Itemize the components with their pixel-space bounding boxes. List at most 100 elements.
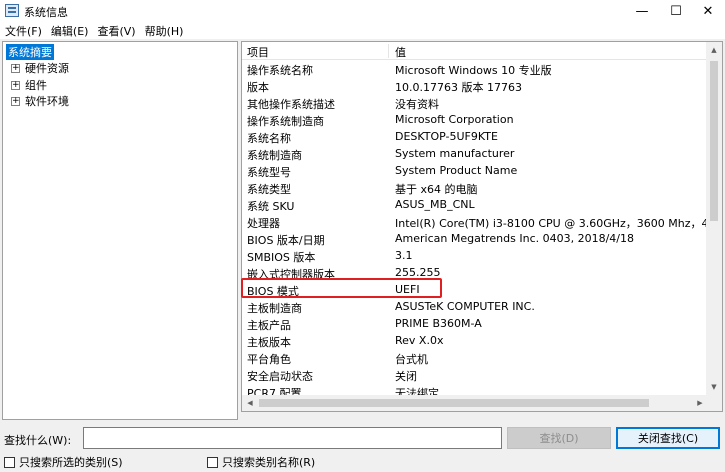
row-value: 关闭 (395, 370, 417, 383)
table-row[interactable]: 系统型号 System Product Name (242, 162, 708, 179)
row-value: 255.255 (395, 266, 441, 279)
row-value: 没有资料 (395, 98, 439, 111)
row-item: 嵌入式控制器版本 (247, 268, 335, 281)
tree-item-label: 硬件资源 (25, 62, 69, 75)
menu-file[interactable]: 文件(F) (3, 23, 47, 39)
table-row[interactable]: 平台角色 台式机 (242, 349, 708, 366)
close-find-button[interactable]: 关闭查找(C) (616, 427, 720, 449)
tree-item-system-summary[interactable]: 系统摘要 (6, 44, 54, 60)
table-row[interactable]: 主板版本 Rev X.0x (242, 332, 708, 349)
row-value: ASUSTeK COMPUTER INC. (395, 300, 535, 313)
row-item: 系统 SKU (247, 200, 295, 213)
expand-icon[interactable]: + (11, 63, 20, 73)
title-bar: 系统信息 — ☐ ✕ (0, 0, 725, 22)
find-button[interactable]: 查找(D) (507, 427, 611, 449)
table-row[interactable]: 主板制造商 ASUSTeK COMPUTER INC. (242, 298, 708, 315)
row-item: 系统名称 (247, 132, 291, 145)
only-names-label: 只搜索类别名称(R) (222, 456, 316, 469)
table-row[interactable]: 嵌入式控制器版本 255.255 (242, 264, 708, 281)
row-item: 操作系统制造商 (247, 115, 324, 128)
grid-rows: 操作系统名称 Microsoft Windows 10 专业版版本 10.0.177… (242, 60, 722, 411)
horizontal-scrollbar[interactable]: ◀ ▶ (242, 395, 708, 411)
menu-view[interactable]: 查看(V) (95, 23, 140, 39)
tree-item-label: 软件环境 (25, 95, 69, 108)
expand-icon[interactable]: + (11, 96, 20, 106)
search-input[interactable] (83, 427, 502, 449)
table-row[interactable]: BIOS 版本/日期 American Megatrends Inc. 0403,… (242, 230, 708, 247)
row-item: 操作系统名称 (247, 64, 313, 77)
row-item: BIOS 版本/日期 (247, 234, 325, 247)
only-selected-category-option[interactable]: 只搜索所选的类别(S) (4, 454, 123, 470)
row-value: System Product Name (395, 164, 518, 177)
table-row[interactable]: 系统名称 DESKTOP-5UF9KTE (242, 128, 708, 145)
row-item: 版本 (247, 81, 269, 94)
row-item: 其他操作系统描述 (247, 98, 335, 111)
expand-icon[interactable]: + (11, 80, 20, 90)
category-tree[interactable]: 系统摘要 + 硬件资源 + 组件 + 软件环境 (2, 41, 238, 420)
search-label: 查找什么(W): (4, 434, 72, 447)
table-row[interactable]: 主板产品 PRIME B360M-A (242, 315, 708, 332)
column-header-item[interactable]: 项目 (247, 44, 269, 60)
menu-help[interactable]: 帮助(H) (143, 23, 189, 39)
scroll-up-icon[interactable]: ▲ (706, 42, 722, 58)
menu-bar: 文件(F) 编辑(E) 查看(V) 帮助(H) (0, 22, 725, 39)
system-info-icon (5, 4, 19, 17)
table-row[interactable]: 操作系统名称 Microsoft Windows 10 专业版 (242, 60, 708, 77)
row-item: 系统制造商 (247, 149, 302, 162)
tree-item-components[interactable]: + 组件 (5, 77, 47, 93)
row-item: 系统类型 (247, 183, 291, 196)
row-value: DESKTOP-5UF9KTE (395, 130, 498, 143)
tree-item-software[interactable]: + 软件环境 (5, 93, 69, 109)
table-row[interactable]: 处理器 Intel(R) Core(TM) i3-8100 CPU @ 3.60G… (242, 213, 722, 230)
grid-header: 项目 值 (242, 42, 708, 60)
row-value: American Megatrends Inc. 0403, 2018/4/18 (395, 232, 635, 245)
row-value: PRIME B360M-A (395, 317, 482, 330)
row-value: 台式机 (395, 353, 428, 366)
window-title: 系统信息 (24, 6, 68, 19)
row-item: 主板产品 (247, 319, 291, 332)
table-row[interactable]: SMBIOS 版本 3.1 (242, 247, 708, 264)
tree-item-hardware[interactable]: + 硬件资源 (5, 60, 69, 76)
scroll-left-icon[interactable]: ◀ (242, 395, 258, 411)
info-grid[interactable]: 项目 值 操作系统名称 Microsoft Windows 10 专业版版本 10.… (241, 41, 723, 412)
scroll-down-icon[interactable]: ▼ (706, 379, 722, 395)
row-item: BIOS 模式 (247, 285, 299, 298)
row-item: 主板版本 (247, 336, 291, 349)
scrollbar-corner (706, 395, 722, 411)
table-row[interactable]: 系统 SKU ASUS_MB_CNL (242, 196, 708, 213)
scroll-thumb[interactable] (710, 61, 718, 221)
table-row[interactable]: 版本 10.0.17763 版本 17763 (242, 77, 708, 94)
table-row[interactable]: 操作系统制造商 Microsoft Corporation (242, 111, 708, 128)
row-item: 处理器 (247, 217, 280, 230)
row-item: SMBIOS 版本 (247, 251, 316, 264)
row-value: Intel(R) Core(TM) i3-8100 CPU @ 3.60GHz，… (395, 217, 722, 230)
row-item: 系统型号 (247, 166, 291, 179)
row-value: ASUS_MB_CNL (395, 198, 475, 211)
scroll-thumb[interactable] (259, 399, 649, 407)
row-value: Microsoft Corporation (395, 113, 514, 126)
tree-item-label: 系统摘要 (6, 44, 54, 60)
row-value: 基于 x64 的电脑 (395, 183, 478, 196)
row-value: 10.0.17763 版本 17763 (395, 81, 522, 94)
menu-edit[interactable]: 编辑(E) (49, 23, 94, 39)
only-selected-checkbox[interactable] (4, 456, 15, 468)
tree-item-label: 组件 (25, 79, 47, 92)
only-selected-label: 只搜索所选的类别(S) (19, 456, 123, 469)
table-row[interactable]: BIOS 模式 UEFI (242, 281, 708, 298)
column-divider[interactable] (388, 44, 389, 58)
row-value: 3.1 (395, 249, 413, 262)
column-header-value[interactable]: 值 (395, 44, 406, 60)
vertical-scrollbar[interactable]: ▲ ▼ (706, 42, 722, 395)
table-row[interactable]: 系统类型 基于 x64 的电脑 (242, 179, 708, 196)
row-value: UEFI (395, 283, 420, 296)
only-names-checkbox[interactable] (207, 456, 218, 468)
only-category-names-option[interactable]: 只搜索类别名称(R) (207, 454, 315, 470)
table-row[interactable]: 其他操作系统描述 没有资料 (242, 94, 708, 111)
minimize-button[interactable]: — (625, 0, 659, 22)
table-row[interactable]: 系统制造商 System manufacturer (242, 145, 708, 162)
close-button[interactable]: ✕ (691, 0, 725, 22)
table-row[interactable]: 安全启动状态 关闭 (242, 366, 708, 383)
row-value: System manufacturer (395, 147, 515, 160)
row-item: 平台角色 (247, 353, 291, 366)
maximize-button[interactable]: ☐ (659, 0, 693, 22)
